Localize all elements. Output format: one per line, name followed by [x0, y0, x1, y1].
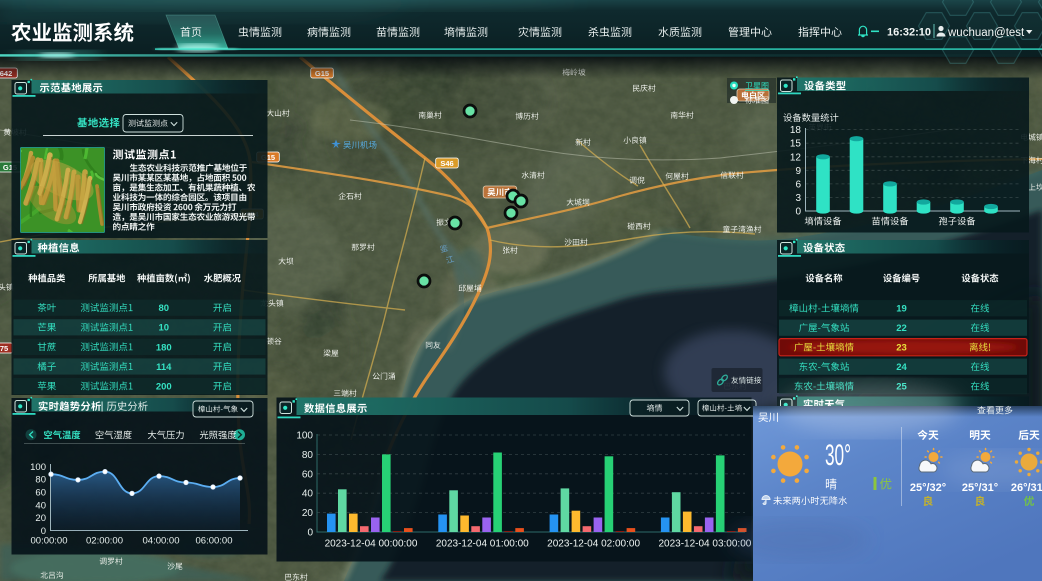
svg-text:26°/31°: 26°/31°	[1011, 482, 1042, 494]
svg-text:24: 24	[896, 362, 907, 373]
svg-text:18: 18	[790, 125, 802, 136]
svg-text:23: 23	[896, 343, 907, 354]
svg-text:3: 3	[795, 193, 801, 204]
svg-text:40: 40	[35, 500, 46, 511]
svg-text:20: 20	[35, 513, 46, 524]
svg-text:100: 100	[30, 462, 46, 473]
svg-text:114: 114	[156, 362, 172, 373]
svg-text:180: 180	[156, 342, 172, 353]
svg-text:9: 9	[795, 166, 801, 177]
svg-text:12: 12	[790, 152, 802, 163]
svg-text:2023-12-04 02:00:00: 2023-12-04 02:00:00	[547, 539, 640, 550]
svg-text:wuchuan@test: wuchuan@test	[947, 27, 1025, 39]
svg-text:10: 10	[159, 323, 170, 334]
svg-text:25°/31°: 25°/31°	[962, 482, 998, 494]
svg-text:04:00:00: 04:00:00	[143, 536, 180, 547]
svg-text:06:00:00: 06:00:00	[196, 536, 233, 547]
svg-text:02:00:00: 02:00:00	[86, 536, 123, 547]
svg-text:2023-12-04 01:00:00: 2023-12-04 01:00:00	[436, 539, 529, 550]
svg-text:80: 80	[35, 475, 46, 486]
svg-text:200: 200	[156, 382, 172, 393]
svg-text:60: 60	[302, 469, 314, 480]
svg-text:6: 6	[795, 179, 801, 190]
svg-text:80: 80	[159, 303, 170, 314]
svg-text:0: 0	[307, 528, 313, 539]
svg-text:00:00:00: 00:00:00	[31, 536, 68, 547]
svg-text:0: 0	[795, 207, 801, 218]
svg-text:30°: 30°	[825, 439, 851, 472]
svg-text:15: 15	[790, 139, 802, 150]
svg-text:19: 19	[896, 304, 907, 315]
svg-text:40: 40	[302, 489, 314, 500]
svg-text:80: 80	[302, 450, 314, 461]
svg-text:2023-12-04 00:00:00: 2023-12-04 00:00:00	[325, 539, 418, 550]
svg-text:100: 100	[296, 431, 313, 442]
svg-text:S46: S46	[440, 159, 453, 168]
svg-text:22: 22	[896, 323, 907, 334]
svg-text:25°/32°: 25°/32°	[910, 482, 946, 494]
svg-text:60: 60	[35, 488, 46, 499]
svg-text:20: 20	[302, 508, 314, 519]
svg-text:75: 75	[0, 344, 8, 353]
svg-text:16:32:10: 16:32:10	[887, 26, 931, 38]
